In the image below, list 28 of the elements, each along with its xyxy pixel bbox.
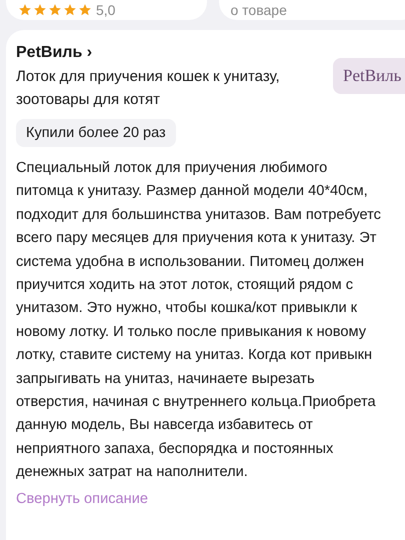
description-line: всего пару месяцев для приучения кота к унитазу. Эт <box>16 229 376 248</box>
description-line: запрыгивать на унитаз, начинаете вырезать <box>16 370 315 389</box>
description-line: приучится ходить на этот лоток, стоящий рядом с <box>16 276 354 296</box>
description-line: система удобна в использовании. Питомец должен <box>16 252 364 272</box>
purchase-badge: Купили более 20 раз <box>16 119 176 147</box>
collapse-description-link[interactable]: Свернуть описание <box>16 490 148 507</box>
star-icon <box>48 3 62 17</box>
rating-card[interactable]: 5,0 <box>6 0 206 20</box>
star-icon <box>63 3 77 17</box>
description-line: отверстия, начиная с внутреннего кольца.Приобрета <box>16 393 376 412</box>
seller-link[interactable]: PetВиль › <box>16 44 306 62</box>
description-line: новому лотку. И только после привыкания к новому <box>16 322 366 342</box>
card-label: о товаре <box>230 2 287 18</box>
star-icon <box>78 3 92 17</box>
rating-value: 5,0 <box>96 2 116 18</box>
product-title: Лоток для приучения кошек к унитазу, зоотовары для котят <box>16 67 281 110</box>
description-line: подходит для большинства унитазов. Вам потребуетс <box>16 206 381 225</box>
description-line: питомца к унитазу. Размер данной модели 40*40см, <box>16 182 368 202</box>
star-icon <box>18 3 32 17</box>
description-line: унитазом. Это нужно, чтобы кошка/кот привыкли к <box>16 299 358 318</box>
seller-logo[interactable]: PetВиль <box>333 58 405 94</box>
description-line: денежных затрат на наполнители. <box>16 463 248 482</box>
info-card[interactable]: о товаре <box>218 0 405 20</box>
description-line: неприятного запаха, беспорядка и постоянных <box>16 440 334 459</box>
description-line: лотку, ставите систему на унитаз. Когда кот привыкн <box>16 346 372 366</box>
star-icon <box>33 3 47 17</box>
description-line: данную модель, Вы навсегда избавитесь от <box>16 416 313 436</box>
description-line: Специальный лоток для приучения любимого <box>16 159 328 178</box>
